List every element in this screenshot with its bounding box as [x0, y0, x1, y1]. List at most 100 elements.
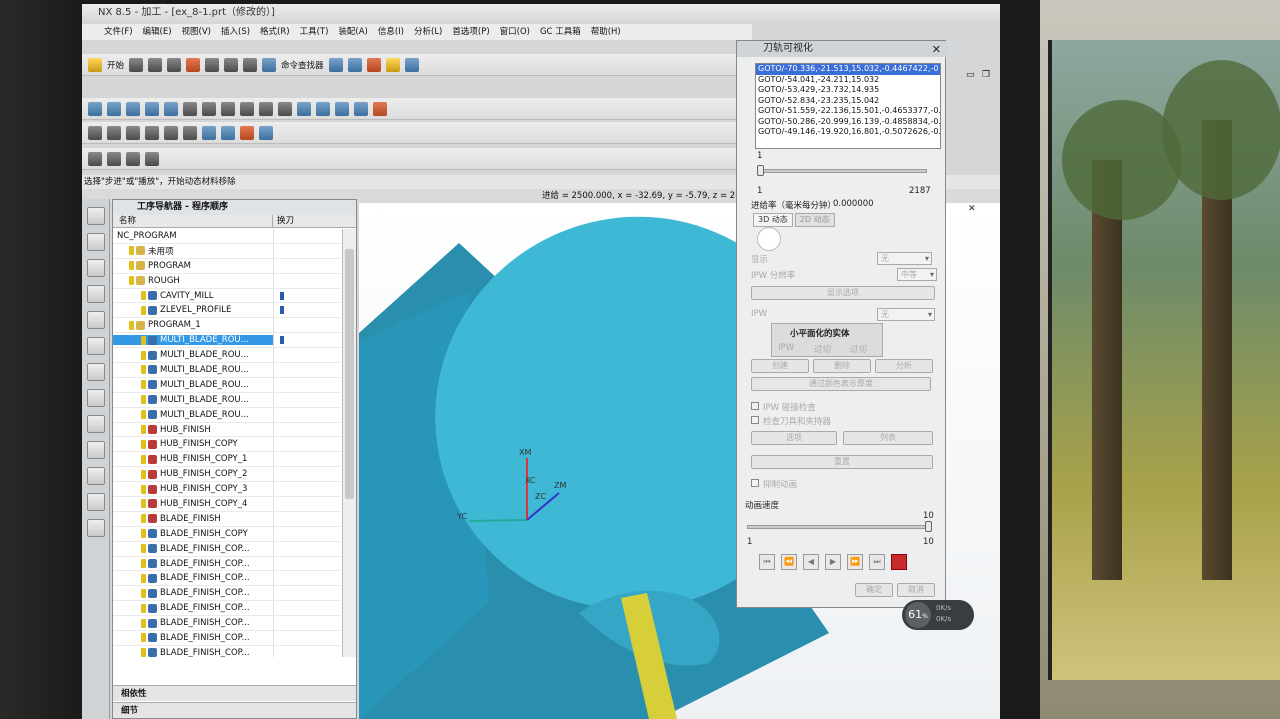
menu-item[interactable]: 编辑(E): [143, 24, 172, 40]
column-toolchange-header[interactable]: 换刀: [273, 215, 333, 227]
menu-item[interactable]: 帮助(H): [591, 24, 621, 40]
menu-item[interactable]: 信息(I): [378, 24, 404, 40]
list-button[interactable]: 列表: [843, 431, 933, 445]
edit-operation-icon[interactable]: [88, 125, 102, 140]
create-operation-icon[interactable]: [164, 101, 178, 116]
menu-item[interactable]: 工具(T): [300, 24, 329, 40]
operation-row[interactable]: NC_PROGRAM: [113, 229, 341, 244]
start-menu-button[interactable]: 开始: [107, 59, 124, 71]
transform-icon[interactable]: [202, 125, 216, 140]
operation-row[interactable]: BLADE_FINISH_COP...: [113, 541, 341, 557]
operation-row[interactable]: MULTI_BLADE_ROU...: [113, 407, 341, 423]
column-name-header[interactable]: 名称: [113, 215, 273, 227]
operation-row[interactable]: HUB_FINISH_COPY_3: [113, 482, 341, 498]
menu-item[interactable]: 装配(A): [338, 24, 367, 40]
simulate-icon[interactable]: [240, 101, 254, 116]
undo-icon[interactable]: [243, 57, 258, 72]
palette-icon[interactable]: [86, 363, 105, 381]
menu-item[interactable]: 格式(R): [260, 24, 290, 40]
operation-row[interactable]: BLADE_FINISH: [113, 511, 341, 527]
machine-navigator-icon[interactable]: [86, 311, 105, 329]
radio-ipw[interactable]: IPW: [778, 343, 794, 353]
operation-row[interactable]: BLADE_FINISH_COP...: [113, 616, 341, 632]
menu-item[interactable]: GC 工具箱: [540, 24, 581, 40]
verify-toolpath-icon[interactable]: [221, 101, 235, 116]
animation-speed-slider[interactable]: [747, 525, 931, 529]
goto-list[interactable]: GOTO/-70.336,-21.513,15.032,-0.4467422,-…: [755, 63, 941, 149]
scrollbar-thumb[interactable]: [345, 249, 354, 499]
operation-row[interactable]: CAVITY_MILL: [113, 288, 341, 304]
select-all-icon[interactable]: [126, 151, 140, 166]
geometry-view-icon[interactable]: [335, 101, 349, 116]
operation-row[interactable]: HUB_FINISH_COPY_2: [113, 467, 341, 483]
goto-line[interactable]: GOTO/-50.286,-20.999,16.139,-0.4858834,-…: [756, 117, 940, 128]
system-scene-icon[interactable]: [86, 519, 105, 537]
close-view-icon[interactable]: ✕: [968, 204, 976, 214]
goto-line[interactable]: GOTO/-53.429,-23.732,14.935: [756, 85, 940, 96]
operation-row[interactable]: MULTI_BLADE_ROU...: [113, 348, 341, 364]
operation-row[interactable]: 未用项: [113, 243, 341, 259]
replay-toolpath-icon[interactable]: [202, 101, 216, 116]
ok-button[interactable]: 确定: [855, 583, 893, 597]
radio-gouge[interactable]: 过切: [850, 343, 867, 355]
machine-tool-view-icon[interactable]: [316, 101, 330, 116]
goto-line[interactable]: GOTO/-51.559,-22.136,15.501,-0.4653377,-…: [756, 106, 940, 117]
display-toolpath-icon[interactable]: [373, 101, 387, 116]
close-icon[interactable]: ✕: [932, 42, 941, 58]
operation-row[interactable]: HUB_FINISH: [113, 422, 341, 438]
operation-row[interactable]: HUB_FINISH_COPY_1: [113, 452, 341, 468]
stop-icon[interactable]: [891, 554, 907, 570]
goto-line[interactable]: GOTO/-52.834,-23.235,15.042: [756, 96, 940, 107]
create-method-icon[interactable]: [145, 101, 159, 116]
rename-icon[interactable]: [183, 125, 197, 140]
check-tool-holder-checkbox[interactable]: [751, 416, 759, 424]
part-navigator-icon[interactable]: [86, 259, 105, 277]
history-icon[interactable]: [86, 415, 105, 433]
generate-toolpath-icon[interactable]: [183, 101, 197, 116]
step-back-icon[interactable]: ⏪: [781, 554, 797, 570]
navigator-scrollbar[interactable]: [342, 229, 356, 657]
cut-icon[interactable]: [186, 57, 201, 72]
orient-icon[interactable]: [347, 57, 362, 72]
menu-item[interactable]: 分析(L): [414, 24, 442, 40]
step-forward-icon[interactable]: ⏩: [847, 554, 863, 570]
goto-line[interactable]: GOTO/-54.041,-24.211,15.032: [756, 75, 940, 86]
show-select[interactable]: 无: [877, 252, 932, 265]
operation-row[interactable]: BLADE_FINISH_COPY: [113, 526, 341, 542]
rewind-to-start-icon[interactable]: ⏮: [759, 554, 775, 570]
operation-row[interactable]: BLADE_FINISH_COP...: [113, 556, 341, 572]
shading-icon[interactable]: [145, 151, 159, 166]
operation-row[interactable]: MULTI_BLADE_ROU...: [113, 392, 341, 408]
goto-line[interactable]: GOTO/-49.146,-19.920,16.801,-0.5072626,-…: [756, 127, 940, 138]
tool-icon[interactable]: [366, 57, 381, 72]
operation-row[interactable]: BLADE_FINISH_COP...: [113, 586, 341, 602]
new-file-icon[interactable]: [129, 57, 144, 72]
feeds-speeds-icon[interactable]: [240, 125, 254, 140]
assembly-navigator-icon[interactable]: [86, 207, 105, 225]
operation-row[interactable]: MULTI_BLADE_ROU...: [113, 377, 341, 393]
play-reverse-icon[interactable]: ◀: [803, 554, 819, 570]
menu-item[interactable]: 视图(V): [182, 24, 211, 40]
restore-icon[interactable]: ❐: [982, 70, 990, 80]
menu-item[interactable]: 文件(F): [104, 24, 133, 40]
motion-slider-knob[interactable]: [757, 165, 764, 176]
program-order-view-icon[interactable]: [297, 101, 311, 116]
analyze-button[interactable]: 分析: [875, 359, 933, 373]
command-finder-button[interactable]: 命令查找器: [281, 59, 324, 71]
operation-row[interactable]: BLADE_FINISH_COP...: [113, 645, 341, 657]
reset-button[interactable]: 重置: [751, 455, 933, 469]
minimize-icon[interactable]: ▭: [966, 70, 975, 80]
reset-view-icon[interactable]: [328, 57, 343, 72]
geometry-icon[interactable]: [385, 57, 400, 72]
details-section[interactable]: 细节: [113, 702, 356, 718]
method-view-icon[interactable]: [354, 101, 368, 116]
command-finder-icon[interactable]: [262, 57, 277, 72]
object-info-icon[interactable]: [221, 125, 235, 140]
delete-button[interactable]: 删除: [813, 359, 871, 373]
ipw-select[interactable]: 无: [877, 308, 935, 321]
radio-overcut[interactable]: 过切: [814, 343, 831, 355]
operation-row[interactable]: HUB_FINISH_COPY_4: [113, 497, 341, 512]
roles-icon[interactable]: [86, 493, 105, 511]
create-program-icon[interactable]: [88, 101, 102, 116]
open-file-icon[interactable]: [148, 57, 163, 72]
